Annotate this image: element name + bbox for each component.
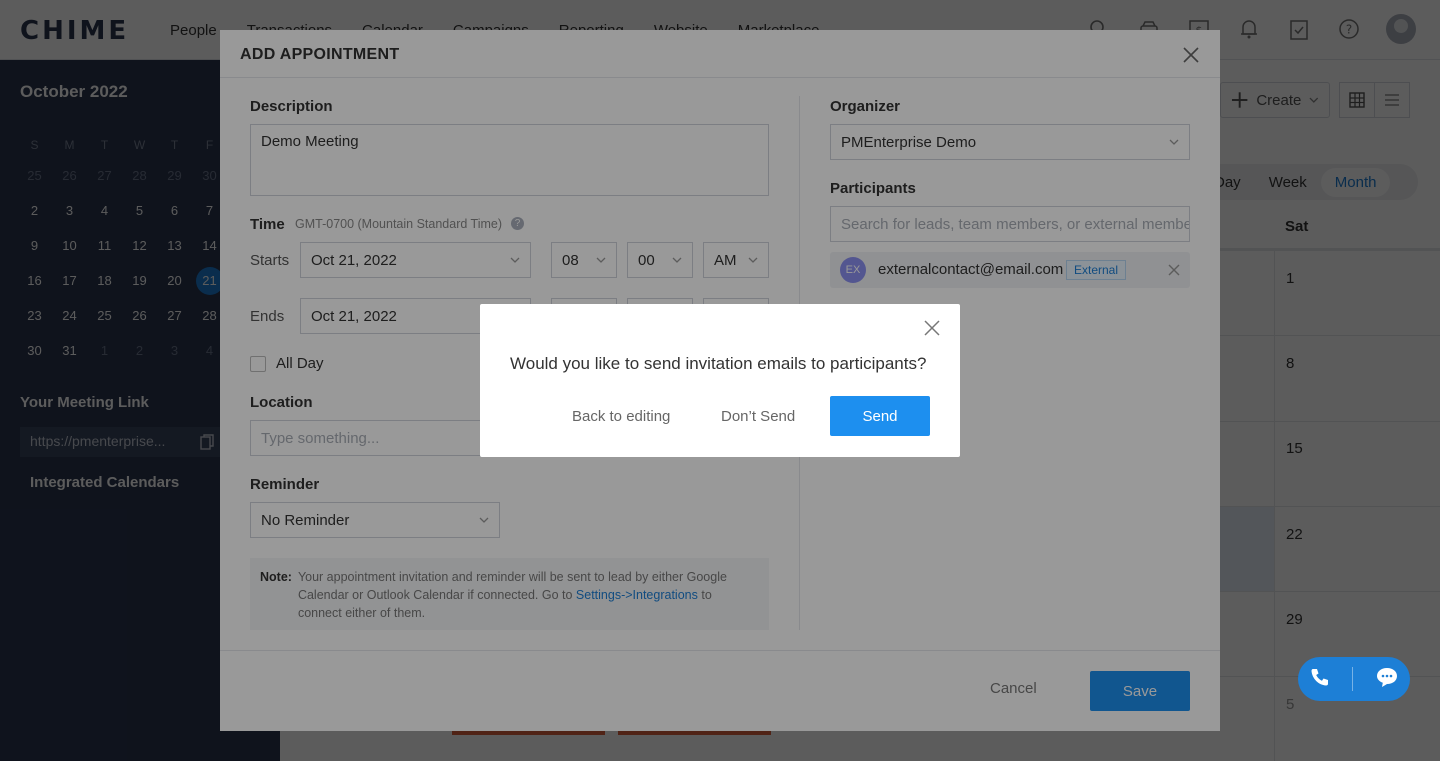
send-invitation-dialog: Would you like to send invitation emails… bbox=[480, 304, 960, 457]
dont-send-button[interactable]: Don’t Send bbox=[721, 408, 795, 425]
dialog-message: Would you like to send invitation emails… bbox=[510, 354, 927, 373]
phone-icon[interactable] bbox=[1309, 666, 1331, 693]
send-button[interactable]: Send bbox=[830, 396, 930, 436]
back-to-editing-button[interactable]: Back to editing bbox=[572, 408, 670, 425]
contact-fab bbox=[1298, 657, 1410, 701]
close-icon[interactable] bbox=[924, 320, 940, 336]
fab-divider bbox=[1352, 667, 1354, 691]
chat-icon[interactable] bbox=[1375, 666, 1399, 693]
